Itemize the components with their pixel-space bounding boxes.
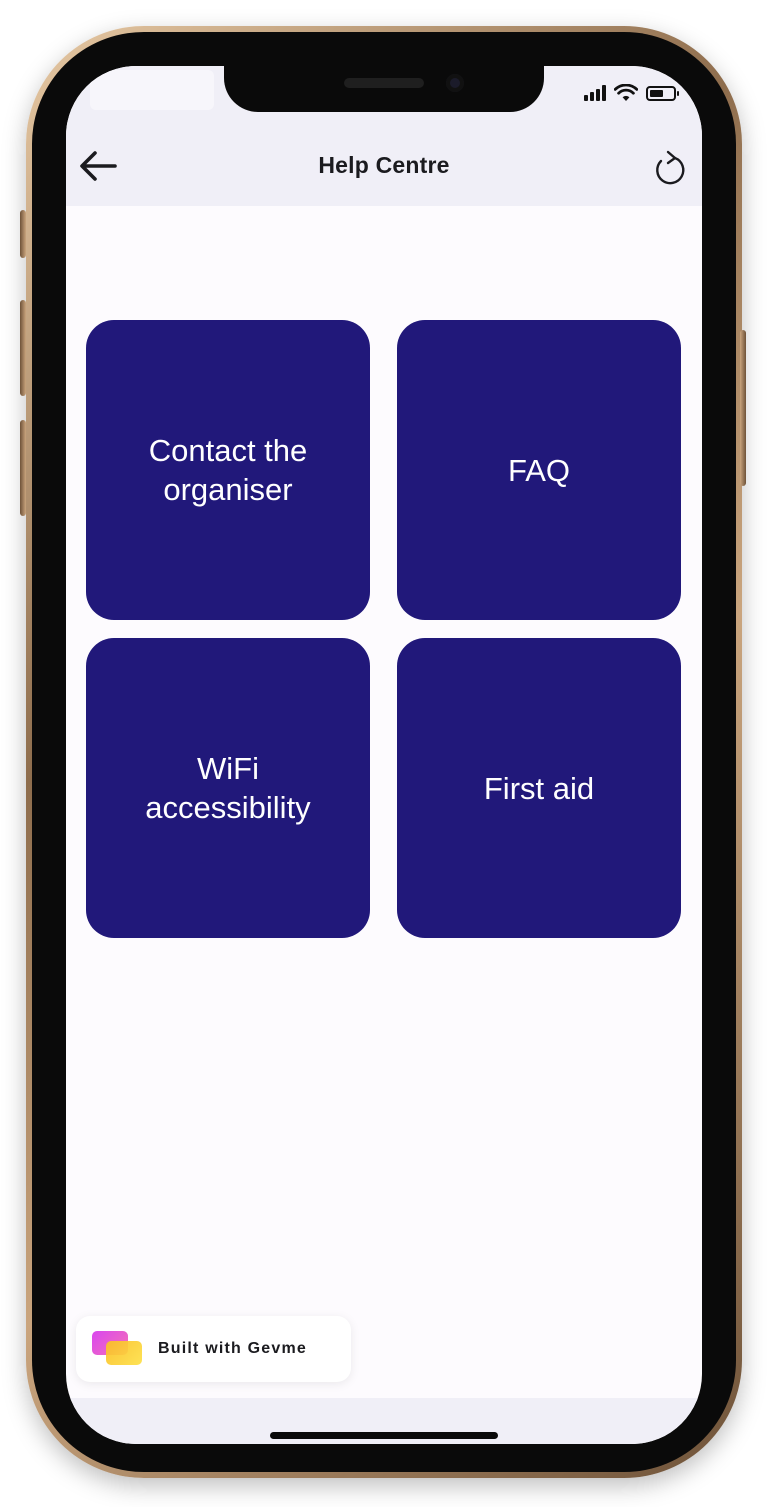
status-time-area (90, 70, 214, 110)
refresh-icon (656, 150, 685, 185)
tile-label: Contact the organiser (148, 433, 308, 507)
bottom-bar (66, 1398, 702, 1444)
status-bar (66, 66, 702, 126)
wifi-icon (614, 84, 638, 101)
gevme-logo-icon (92, 1331, 144, 1367)
camera-icon (446, 74, 464, 92)
tile-wifi-accessibility[interactable]: WiFi accessibility (86, 638, 370, 938)
tile-label: First aid (483, 770, 595, 806)
app-screen: Help Centre Contact the organiser FAQ Wi… (66, 66, 702, 1444)
app-header: Help Centre (66, 126, 702, 206)
volume-down-button (20, 420, 26, 516)
home-indicator[interactable] (270, 1432, 498, 1439)
silent-switch (20, 210, 26, 258)
power-button (740, 330, 746, 486)
tile-first-aid[interactable]: First aid (397, 638, 681, 938)
built-with-label: Built with Gevme (158, 1340, 307, 1357)
status-icons (584, 82, 679, 104)
notch (224, 66, 544, 112)
tile-label: FAQ (507, 452, 570, 488)
tile-label: WiFi accessibility (145, 751, 311, 825)
speaker-grille (344, 78, 424, 88)
built-with-gevme-badge[interactable]: Built with Gevme (76, 1316, 351, 1382)
cellular-signal-icon (584, 85, 606, 101)
page-title: Help Centre (318, 152, 450, 178)
tile-contact-organiser[interactable]: Contact the organiser (86, 320, 370, 620)
volume-up-button (20, 300, 26, 396)
battery-icon (646, 85, 679, 101)
refresh-button[interactable] (646, 144, 694, 192)
tile-faq[interactable]: FAQ (397, 320, 681, 620)
